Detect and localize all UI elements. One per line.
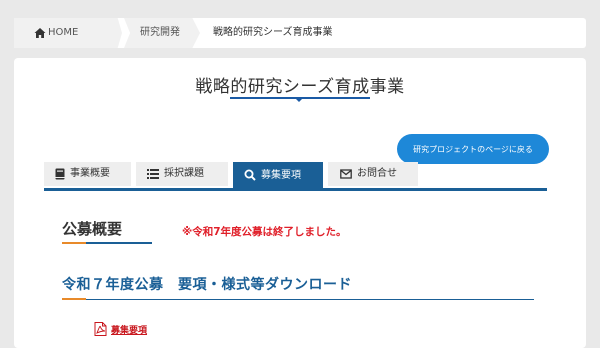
breadcrumb: HOME 研究開発 戦略的研究シーズ育成事業 [14, 18, 586, 48]
title-notch [295, 98, 303, 102]
tab-bar-underline [44, 188, 547, 191]
breadcrumb-research-label: 研究開発 [140, 27, 180, 38]
tab-recruitment-label: 募集要項 [261, 170, 301, 181]
main-content: 戦略的研究シーズ育成事業 研究プロジェクトのページに戻る 事業概要 採択課題 募… [14, 58, 586, 348]
home-icon [34, 28, 46, 38]
download-heading-underline [62, 299, 534, 300]
tab-contact[interactable]: お問合せ [328, 162, 418, 186]
page-title: 戦略的研究シーズ育成事業 [195, 77, 405, 97]
tab-overview[interactable]: 事業概要 [44, 162, 131, 186]
breadcrumb-home-label: HOME [48, 27, 79, 38]
mail-icon [340, 169, 352, 179]
book-icon [55, 168, 65, 180]
breadcrumb-current: 戦略的研究シーズ育成事業 [213, 27, 333, 38]
back-to-projects-button[interactable]: 研究プロジェクトのページに戻る [397, 134, 549, 164]
tab-overview-label: 事業概要 [70, 168, 110, 179]
overview-heading: 公募概要 [62, 220, 123, 238]
breadcrumb-home[interactable]: HOME [14, 18, 122, 48]
closed-notice: ※令和7年度公募は終了しました。 [182, 226, 347, 238]
overview-heading-accent [62, 242, 86, 244]
tab-topics-label: 採択課題 [164, 168, 204, 179]
download-heading-accent [62, 298, 86, 300]
pdf-download-link[interactable]: 募集要項 [111, 323, 147, 336]
pdf-icon [94, 322, 107, 336]
list-icon [147, 169, 159, 179]
tab-recruitment[interactable]: 募集要項 [233, 162, 323, 189]
tab-topics[interactable]: 採択課題 [136, 162, 228, 186]
search-icon [244, 169, 256, 181]
tab-bar: 事業概要 採択課題 募集要項 お問合せ [44, 162, 547, 189]
tab-contact-label: お問合せ [357, 168, 397, 179]
download-heading: 令和７年度公募 要項・様式等ダウンロード [62, 277, 352, 293]
breadcrumb-research[interactable]: 研究開発 [124, 18, 200, 48]
